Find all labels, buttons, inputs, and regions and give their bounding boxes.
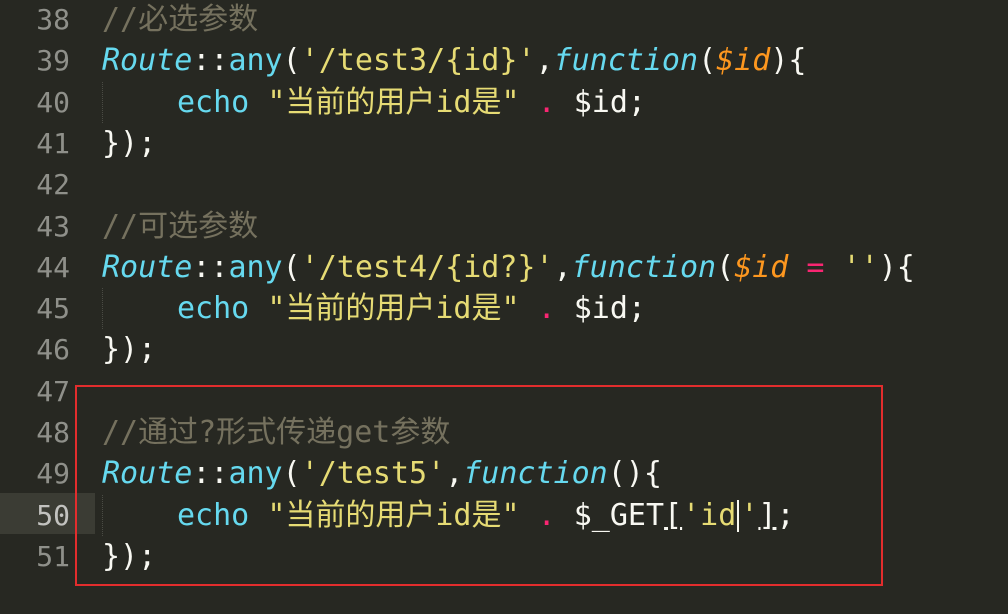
line-number: 50 [36, 498, 70, 532]
code-token: '/test3/{id}' [300, 43, 536, 79]
code-text: }); [102, 329, 156, 370]
code-token: }); [102, 332, 157, 368]
code-token: echo [177, 84, 268, 120]
code-token: (){ [607, 456, 662, 492]
code-token: "当前的用户id是" [267, 291, 520, 327]
code-text: echo "当前的用户id是" . $_GET['id ']; [102, 494, 795, 536]
code-token: //必选参数 [102, 2, 259, 37]
code-token: ){ [770, 43, 807, 79]
line-number: 39 [36, 44, 70, 78]
code-token: :: [192, 43, 229, 79]
code-token: Route [102, 43, 193, 79]
indent-guide [102, 494, 177, 536]
code-text: //必选参数 [102, 0, 258, 40]
code-token: ( [716, 249, 735, 285]
line-number: 45 [36, 292, 70, 326]
code-token: "当前的用户id是" [267, 497, 520, 533]
code-text: Route::any('/test3/{id}',function($id){ [102, 40, 806, 81]
code-token: ){ [878, 249, 915, 285]
code-token: ' [740, 497, 759, 533]
code-token: $id; [573, 84, 646, 120]
code-token: ] [758, 497, 777, 533]
code-token: }); [102, 125, 157, 161]
line-number: 41 [36, 126, 70, 160]
code-line-47[interactable]: 47 [0, 371, 1008, 412]
code-token: any [228, 43, 283, 79]
code-token: }); [102, 538, 157, 574]
code-token: ( [282, 249, 301, 285]
code-token: any [228, 249, 283, 285]
line-number: 44 [36, 250, 70, 284]
line-number: 49 [36, 457, 70, 491]
code-token: , [553, 249, 572, 285]
line-number: 47 [36, 374, 70, 408]
line-number: 38 [36, 3, 70, 36]
code-token: :: [192, 249, 229, 285]
code-line-46[interactable]: 46}); [0, 329, 1008, 370]
code-token: ; [776, 497, 795, 533]
code-token: Route [102, 456, 193, 492]
code-token: $_GET [573, 497, 665, 533]
code-token: //可选参数 [102, 208, 259, 244]
code-token: any [228, 456, 283, 492]
code-text: }); [102, 123, 156, 164]
indent-guide [102, 81, 177, 123]
line-number: 43 [36, 209, 70, 243]
code-text: echo "当前的用户id是" . $id; [102, 81, 646, 123]
code-text: //可选参数 [102, 206, 258, 247]
code-line-43[interactable]: 43 //可选参数 [0, 206, 1008, 247]
code-token: . [519, 497, 574, 533]
code-text: //通过?形式传递get参数 [102, 412, 450, 453]
code-token: echo [177, 291, 268, 327]
code-line-44[interactable]: 44 Route::any('/test4/{id?}',function($id… [0, 247, 1008, 288]
code-line-48[interactable]: 48 //通过?形式传递get参数 [0, 412, 1008, 453]
code-line-45[interactable]: 45 echo "当前的用户id是" . $id; [0, 288, 1008, 330]
code-text: Route::any('/test5',function(){ [102, 453, 662, 494]
code-text: }); [102, 536, 156, 577]
code-token: , [535, 43, 554, 79]
code-token: $id; [573, 291, 646, 327]
code-token: ( [282, 43, 301, 79]
line-number: 46 [36, 333, 70, 367]
code-token: Route [102, 249, 193, 285]
code-token: $id [716, 43, 771, 79]
code-token: 'id [682, 497, 737, 533]
code-editor[interactable]: 38//必选参数 39 Route::any('/test3/{id}',funct… [0, 0, 1008, 614]
line-number: 40 [36, 85, 70, 119]
code-token: "当前的用户id是" [267, 84, 520, 120]
line-number: 48 [36, 416, 70, 449]
code-line-50[interactable]: 50 echo "当前的用户id是" . $_GET['id ']; [0, 494, 1008, 536]
line-number: 51 [36, 539, 70, 573]
code-token: function [463, 456, 608, 492]
code-token: //通过?形式传递get参数 [102, 415, 451, 450]
code-token: = [788, 249, 843, 285]
code-line-38[interactable]: 38 //必选参数 [0, 0, 1008, 40]
code-line-40[interactable]: 40 echo "当前的用户id是" . $id; [0, 81, 1008, 123]
code-token: echo [177, 497, 268, 533]
code-token: function [553, 43, 699, 79]
code-line-49[interactable]: 49 Route::any('/test5',function(){ [0, 453, 1008, 494]
code-token: '' [842, 249, 879, 285]
code-token: '/test5' [300, 456, 446, 492]
code-token: . [519, 291, 574, 327]
code-token: . [519, 84, 574, 120]
line-number: 42 [36, 168, 70, 202]
code-token: function [571, 249, 717, 285]
code-line-51[interactable]: 51}); [0, 536, 1008, 577]
code-token: , [445, 456, 464, 492]
code-token: $id [734, 249, 789, 285]
indent-guide [102, 288, 177, 330]
code-line-42[interactable]: 42 [0, 164, 1008, 205]
code-text: echo "当前的用户id是" . $id; [102, 288, 646, 330]
code-line-41[interactable]: 41}); [0, 123, 1008, 164]
code-line-39[interactable]: 39 Route::any('/test3/{id}',function($id)… [0, 40, 1008, 81]
code-token: ( [698, 43, 717, 79]
code-token: [ [664, 497, 683, 533]
code-token: :: [192, 456, 229, 492]
text-cursor [737, 500, 740, 533]
code-token: '/test4/{id?}' [300, 249, 554, 285]
code-token: ( [282, 456, 301, 492]
code-text: Route::any('/test4/{id?}',function($id =… [102, 247, 915, 288]
